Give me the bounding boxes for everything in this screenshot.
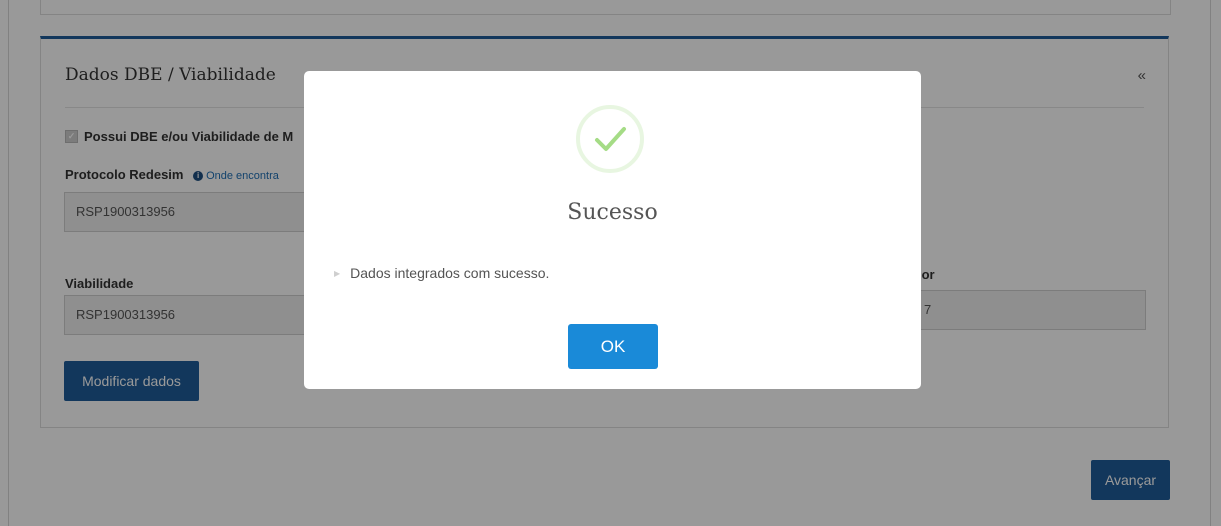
ok-button[interactable]: OK — [568, 324, 658, 369]
modal-message: ▶ Dados integrados com sucesso. — [334, 265, 549, 281]
bullet-icon: ▶ — [334, 268, 341, 278]
success-modal: Sucesso ▶ Dados integrados com sucesso. … — [304, 71, 921, 389]
success-check-circle — [576, 105, 644, 173]
check-icon — [595, 127, 626, 151]
modal-title: Sucesso — [567, 200, 658, 225]
modal-message-text: Dados integrados com sucesso. — [350, 265, 550, 281]
